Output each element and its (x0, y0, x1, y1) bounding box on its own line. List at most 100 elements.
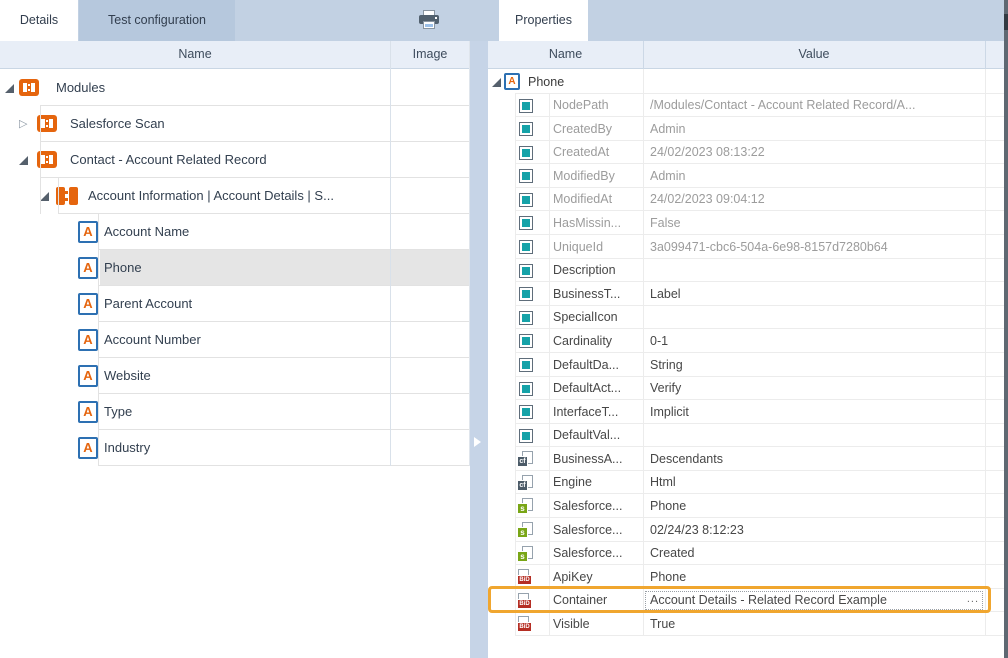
tree-row[interactable]: AAccount Number (0, 322, 470, 358)
property-name: HasMissin... (553, 211, 641, 235)
property-row[interactable]: BiDVisibleTrue (488, 612, 1004, 636)
property-value: /Modules/Contact - Account Related Recor… (650, 94, 980, 117)
bid-icon: BiD (517, 593, 533, 609)
property-name: ModifiedAt (553, 188, 641, 211)
property-icon (519, 146, 533, 160)
property-row[interactable]: CreatedAt24/02/2023 08:13:22 (488, 141, 1004, 164)
property-icon (519, 429, 533, 443)
property-value: 02/24/23 8:12:23 (650, 518, 980, 542)
property-name: BusinessT... (553, 282, 641, 306)
property-icon (519, 169, 533, 183)
grid-line (515, 94, 516, 636)
tab-details[interactable]: Details (0, 0, 78, 41)
row-border (98, 465, 470, 466)
property-row[interactable]: Cardinality0-1 (488, 329, 1004, 353)
left-column-header-image[interactable]: Image (390, 41, 470, 68)
tab-test-configuration[interactable]: Test configuration (79, 0, 235, 41)
tree-row[interactable]: Account Information | Account Details | … (0, 178, 470, 214)
tree-row-label: Account Number (104, 322, 468, 357)
window-edge-notch (1004, 14, 1008, 30)
property-row[interactable]: ModifiedByAdmin (488, 164, 1004, 188)
tree-row-label: Account Information | Account Details | … (88, 178, 468, 213)
property-row[interactable]: InterfaceT...Implicit (488, 400, 1004, 424)
salesforce-icon: s (517, 498, 533, 514)
property-name: Phone (528, 70, 638, 94)
property-value: 24/02/2023 09:04:12 (650, 188, 980, 211)
property-row[interactable]: cfEngineHtml (488, 471, 1004, 494)
tree-row[interactable]: AType (0, 394, 470, 430)
attribute-icon: A (78, 257, 98, 279)
panel-splitter[interactable] (470, 41, 488, 658)
property-name: UniqueId (553, 235, 641, 259)
property-value: Phone (650, 494, 980, 518)
tree-row[interactable]: AWebsite (0, 358, 470, 394)
config-icon: cf (517, 475, 533, 491)
container-value-editor[interactable]: Account Details - Related Record Example… (645, 591, 983, 610)
property-row[interactable]: BusinessT...Label (488, 282, 1004, 306)
property-row[interactable]: ModifiedAt 24/02/2023 09:04:12 (488, 188, 1004, 211)
bid-icon: BiD (517, 569, 533, 585)
splitter-collapse-arrow-icon[interactable] (474, 437, 481, 447)
property-name: DefaultDa... (553, 353, 641, 377)
property-name: NodePath (553, 94, 641, 117)
property-row[interactable]: sSalesforce...Created (488, 542, 1004, 565)
property-row[interactable]: UniqueId3a099471-cbc6-504a-6e98-8157d728… (488, 235, 1004, 259)
property-icon (519, 405, 533, 419)
tab-properties[interactable]: Properties (499, 0, 588, 41)
attribute-icon: A (78, 437, 98, 459)
property-value: Descendants (650, 447, 980, 471)
property-name: Engine (553, 471, 641, 494)
ellipsis-button[interactable]: ... (967, 593, 979, 605)
property-row[interactable]: BiDApiKeyPhone (488, 565, 1004, 589)
left-column-header-name[interactable]: Name (0, 41, 390, 68)
right-column-header-name[interactable]: Name (488, 41, 643, 68)
tree-row-label: Type (104, 394, 468, 429)
property-row[interactable]: DefaultDa...String (488, 353, 1004, 377)
property-icon (519, 99, 533, 113)
property-root-row[interactable]: A Phone (488, 70, 1004, 94)
property-value: True (650, 612, 980, 636)
property-name: Salesforce... (553, 542, 641, 565)
property-row[interactable]: HasMissin...False (488, 211, 1004, 235)
right-column-header-value[interactable]: Value (643, 41, 985, 68)
tree-row[interactable]: AParent Account (0, 286, 470, 322)
config-icon: cf (517, 451, 533, 467)
tree-row[interactable]: Contact - Account Related Record (0, 142, 470, 178)
property-row[interactable]: DefaultVal... (488, 424, 1004, 447)
property-row[interactable]: NodePath/Modules/Contact - Account Relat… (488, 94, 1004, 117)
expander-expanded-icon[interactable] (492, 78, 501, 87)
property-row[interactable]: BiD Container Account Details - Related R… (488, 589, 1004, 612)
property-row[interactable]: sSalesforce...02/24/23 8:12:23 (488, 518, 1004, 542)
tree-row[interactable]: Modules (0, 70, 470, 106)
property-icon (519, 240, 533, 254)
property-row[interactable]: Description (488, 259, 1004, 282)
tree-row[interactable]: ▷Salesforce Scan (0, 106, 470, 142)
property-name: DefaultVal... (553, 424, 641, 447)
grid-line (98, 214, 99, 466)
property-value: Admin (650, 164, 980, 188)
property-row[interactable]: DefaultAct...Verify (488, 377, 1004, 400)
row-border (515, 635, 1004, 636)
print-button[interactable] (417, 10, 441, 31)
grid-line (985, 41, 986, 69)
tree-row[interactable]: AAccount Name (0, 214, 470, 250)
property-row[interactable]: cfBusinessA...Descendants (488, 447, 1004, 471)
property-icon (519, 287, 533, 301)
property-row[interactable]: CreatedByAdmin (488, 117, 1004, 141)
expander-expanded-icon[interactable] (40, 192, 49, 201)
property-row[interactable]: SpecialIcon (488, 306, 1004, 329)
tree-row[interactable]: APhone (0, 250, 470, 286)
tree-row[interactable]: A Industry (0, 430, 470, 466)
property-name: CreatedAt (553, 141, 641, 164)
expander-expanded-icon[interactable] (5, 84, 14, 93)
property-value: Account Details - Related Record Example (650, 592, 950, 609)
property-row[interactable]: sSalesforce...Phone (488, 494, 1004, 518)
property-icon (519, 264, 533, 278)
property-name: Container (553, 589, 641, 612)
expander-collapsed-icon[interactable]: ▷ (19, 119, 27, 130)
attribute-icon: A (504, 73, 520, 90)
tree-row-label: Account Name (104, 214, 468, 249)
grid-line (40, 106, 41, 214)
expander-expanded-icon[interactable] (19, 156, 28, 165)
tree-row-label: Industry (104, 430, 468, 465)
